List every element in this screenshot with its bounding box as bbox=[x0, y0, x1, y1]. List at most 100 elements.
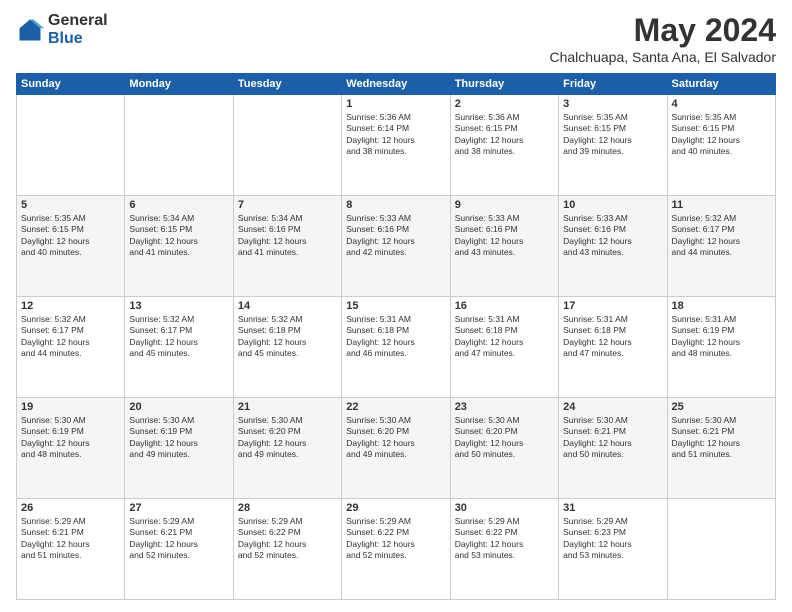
calendar-day-cell: 14Sunrise: 5:32 AM Sunset: 6:18 PM Dayli… bbox=[233, 297, 341, 398]
day-info: Sunrise: 5:29 AM Sunset: 6:23 PM Dayligh… bbox=[563, 516, 662, 562]
calendar-weekday-header: Tuesday bbox=[233, 74, 341, 95]
calendar-day-cell: 1 Sunrise: 5:36 AM Sunset: 6:14 PM Daylig… bbox=[342, 95, 450, 196]
day-number: 4 bbox=[672, 98, 771, 110]
calendar-day-cell: 4 Sunrise: 5:35 AM Sunset: 6:15 PM Daylig… bbox=[667, 95, 775, 196]
day-info: Sunrise: 5:33 AM Sunset: 6:16 PM Dayligh… bbox=[455, 213, 554, 259]
day-info: Sunrise: 5:35 AM Sunset: 6:15 PM Dayligh… bbox=[672, 112, 771, 158]
day-number: 25 bbox=[672, 401, 771, 413]
calendar-weekday-header: Wednesday bbox=[342, 74, 450, 95]
page: General Blue May 2024 Chalchuapa, Santa … bbox=[0, 0, 792, 612]
day-info: Sunrise: 5:34 AM Sunset: 6:15 PM Dayligh… bbox=[129, 213, 228, 259]
calendar-day-cell: 9Sunrise: 5:33 AM Sunset: 6:16 PM Daylig… bbox=[450, 196, 558, 297]
calendar-day-cell bbox=[17, 95, 125, 196]
calendar-day-cell: 15Sunrise: 5:31 AM Sunset: 6:18 PM Dayli… bbox=[342, 297, 450, 398]
day-number: 13 bbox=[129, 300, 228, 312]
day-number: 30 bbox=[455, 502, 554, 514]
day-info: Sunrise: 5:32 AM Sunset: 6:17 PM Dayligh… bbox=[129, 314, 228, 360]
day-info: Sunrise: 5:31 AM Sunset: 6:19 PM Dayligh… bbox=[672, 314, 771, 360]
day-number: 22 bbox=[346, 401, 445, 413]
logo-text: General Blue bbox=[48, 12, 108, 47]
day-info: Sunrise: 5:30 AM Sunset: 6:21 PM Dayligh… bbox=[563, 415, 662, 461]
day-info: Sunrise: 5:29 AM Sunset: 6:21 PM Dayligh… bbox=[21, 516, 120, 562]
calendar-day-cell: 13 Sunrise: 5:32 AM Sunset: 6:17 PM Dayli… bbox=[125, 297, 233, 398]
calendar-day-cell bbox=[233, 95, 341, 196]
calendar-day-cell: 27Sunrise: 5:29 AM Sunset: 6:21 PM Dayli… bbox=[125, 499, 233, 600]
day-info: Sunrise: 5:31 AM Sunset: 6:18 PM Dayligh… bbox=[563, 314, 662, 360]
day-info: Sunrise: 5:30 AM Sunset: 6:20 PM Dayligh… bbox=[346, 415, 445, 461]
day-info: Sunrise: 5:32 AM Sunset: 6:17 PM Dayligh… bbox=[672, 213, 771, 259]
day-number: 2 bbox=[455, 98, 554, 110]
day-number: 28 bbox=[238, 502, 337, 514]
day-number: 11 bbox=[672, 199, 771, 211]
day-number: 24 bbox=[563, 401, 662, 413]
logo-general-text: General bbox=[48, 12, 108, 30]
day-number: 12 bbox=[21, 300, 120, 312]
calendar-day-cell: 21 Sunrise: 5:30 AM Sunset: 6:20 PM Dayli… bbox=[233, 398, 341, 499]
day-info: Sunrise: 5:30 AM Sunset: 6:19 PM Dayligh… bbox=[129, 415, 228, 461]
calendar-day-cell: 25Sunrise: 5:30 AM Sunset: 6:21 PM Dayli… bbox=[667, 398, 775, 499]
calendar-day-cell: 22 Sunrise: 5:30 AM Sunset: 6:20 PM Dayli… bbox=[342, 398, 450, 499]
calendar-day-cell: 24 Sunrise: 5:30 AM Sunset: 6:21 PM Dayli… bbox=[559, 398, 667, 499]
day-info: Sunrise: 5:34 AM Sunset: 6:16 PM Dayligh… bbox=[238, 213, 337, 259]
calendar-day-cell: 30Sunrise: 5:29 AM Sunset: 6:22 PM Dayli… bbox=[450, 499, 558, 600]
calendar-day-cell: 6 Sunrise: 5:34 AM Sunset: 6:15 PM Daylig… bbox=[125, 196, 233, 297]
day-number: 31 bbox=[563, 502, 662, 514]
day-number: 14 bbox=[238, 300, 337, 312]
calendar-week-row: 26 Sunrise: 5:29 AM Sunset: 6:21 PM Dayli… bbox=[17, 499, 776, 600]
calendar-week-row: 1 Sunrise: 5:36 AM Sunset: 6:14 PM Daylig… bbox=[17, 95, 776, 196]
calendar-weekday-header: Thursday bbox=[450, 74, 558, 95]
day-number: 19 bbox=[21, 401, 120, 413]
day-info: Sunrise: 5:31 AM Sunset: 6:18 PM Dayligh… bbox=[455, 314, 554, 360]
day-number: 6 bbox=[129, 199, 228, 211]
logo-blue-text: Blue bbox=[48, 30, 108, 48]
day-info: Sunrise: 5:30 AM Sunset: 6:20 PM Dayligh… bbox=[455, 415, 554, 461]
calendar-day-cell: 29 Sunrise: 5:29 AM Sunset: 6:22 PM Dayli… bbox=[342, 499, 450, 600]
calendar-day-cell: 18Sunrise: 5:31 AM Sunset: 6:19 PM Dayli… bbox=[667, 297, 775, 398]
logo-icon bbox=[16, 16, 44, 44]
calendar-weekday-header: Monday bbox=[125, 74, 233, 95]
calendar-day-cell: 8 Sunrise: 5:33 AM Sunset: 6:16 PM Daylig… bbox=[342, 196, 450, 297]
logo: General Blue bbox=[16, 12, 108, 47]
title-block: May 2024 Chalchuapa, Santa Ana, El Salva… bbox=[550, 12, 777, 65]
main-title: May 2024 bbox=[550, 12, 777, 49]
calendar-day-cell: 17Sunrise: 5:31 AM Sunset: 6:18 PM Dayli… bbox=[559, 297, 667, 398]
calendar-day-cell: 31 Sunrise: 5:29 AM Sunset: 6:23 PM Dayli… bbox=[559, 499, 667, 600]
day-number: 23 bbox=[455, 401, 554, 413]
calendar-week-row: 5Sunrise: 5:35 AM Sunset: 6:15 PM Daylig… bbox=[17, 196, 776, 297]
day-number: 29 bbox=[346, 502, 445, 514]
day-info: Sunrise: 5:36 AM Sunset: 6:14 PM Dayligh… bbox=[346, 112, 445, 158]
day-info: Sunrise: 5:36 AM Sunset: 6:15 PM Dayligh… bbox=[455, 112, 554, 158]
calendar-day-cell: 26 Sunrise: 5:29 AM Sunset: 6:21 PM Dayli… bbox=[17, 499, 125, 600]
calendar-day-cell: 12 Sunrise: 5:32 AM Sunset: 6:17 PM Dayli… bbox=[17, 297, 125, 398]
calendar-day-cell: 23 Sunrise: 5:30 AM Sunset: 6:20 PM Dayli… bbox=[450, 398, 558, 499]
day-info: Sunrise: 5:30 AM Sunset: 6:20 PM Dayligh… bbox=[238, 415, 337, 461]
day-info: Sunrise: 5:32 AM Sunset: 6:17 PM Dayligh… bbox=[21, 314, 120, 360]
day-number: 20 bbox=[129, 401, 228, 413]
day-number: 26 bbox=[21, 502, 120, 514]
day-info: Sunrise: 5:33 AM Sunset: 6:16 PM Dayligh… bbox=[563, 213, 662, 259]
calendar-weekday-header: Saturday bbox=[667, 74, 775, 95]
day-info: Sunrise: 5:29 AM Sunset: 6:22 PM Dayligh… bbox=[346, 516, 445, 562]
calendar-day-cell: 2 Sunrise: 5:36 AM Sunset: 6:15 PM Daylig… bbox=[450, 95, 558, 196]
day-info: Sunrise: 5:29 AM Sunset: 6:22 PM Dayligh… bbox=[238, 516, 337, 562]
calendar-header-row: SundayMondayTuesdayWednesdayThursdayFrid… bbox=[17, 74, 776, 95]
day-info: Sunrise: 5:30 AM Sunset: 6:19 PM Dayligh… bbox=[21, 415, 120, 461]
day-number: 27 bbox=[129, 502, 228, 514]
calendar-day-cell: 7 Sunrise: 5:34 AM Sunset: 6:16 PM Daylig… bbox=[233, 196, 341, 297]
calendar-week-row: 19 Sunrise: 5:30 AM Sunset: 6:19 PM Dayli… bbox=[17, 398, 776, 499]
calendar-weekday-header: Friday bbox=[559, 74, 667, 95]
day-number: 21 bbox=[238, 401, 337, 413]
day-number: 15 bbox=[346, 300, 445, 312]
calendar-day-cell: 11 Sunrise: 5:32 AM Sunset: 6:17 PM Dayli… bbox=[667, 196, 775, 297]
day-number: 7 bbox=[238, 199, 337, 211]
day-info: Sunrise: 5:35 AM Sunset: 6:15 PM Dayligh… bbox=[563, 112, 662, 158]
calendar-day-cell: 20 Sunrise: 5:30 AM Sunset: 6:19 PM Dayli… bbox=[125, 398, 233, 499]
calendar-week-row: 12 Sunrise: 5:32 AM Sunset: 6:17 PM Dayli… bbox=[17, 297, 776, 398]
day-info: Sunrise: 5:33 AM Sunset: 6:16 PM Dayligh… bbox=[346, 213, 445, 259]
header: General Blue May 2024 Chalchuapa, Santa … bbox=[16, 12, 776, 65]
day-number: 8 bbox=[346, 199, 445, 211]
day-number: 5 bbox=[21, 199, 120, 211]
day-number: 1 bbox=[346, 98, 445, 110]
calendar-day-cell: 5Sunrise: 5:35 AM Sunset: 6:15 PM Daylig… bbox=[17, 196, 125, 297]
calendar-table: SundayMondayTuesdayWednesdayThursdayFrid… bbox=[16, 73, 776, 600]
